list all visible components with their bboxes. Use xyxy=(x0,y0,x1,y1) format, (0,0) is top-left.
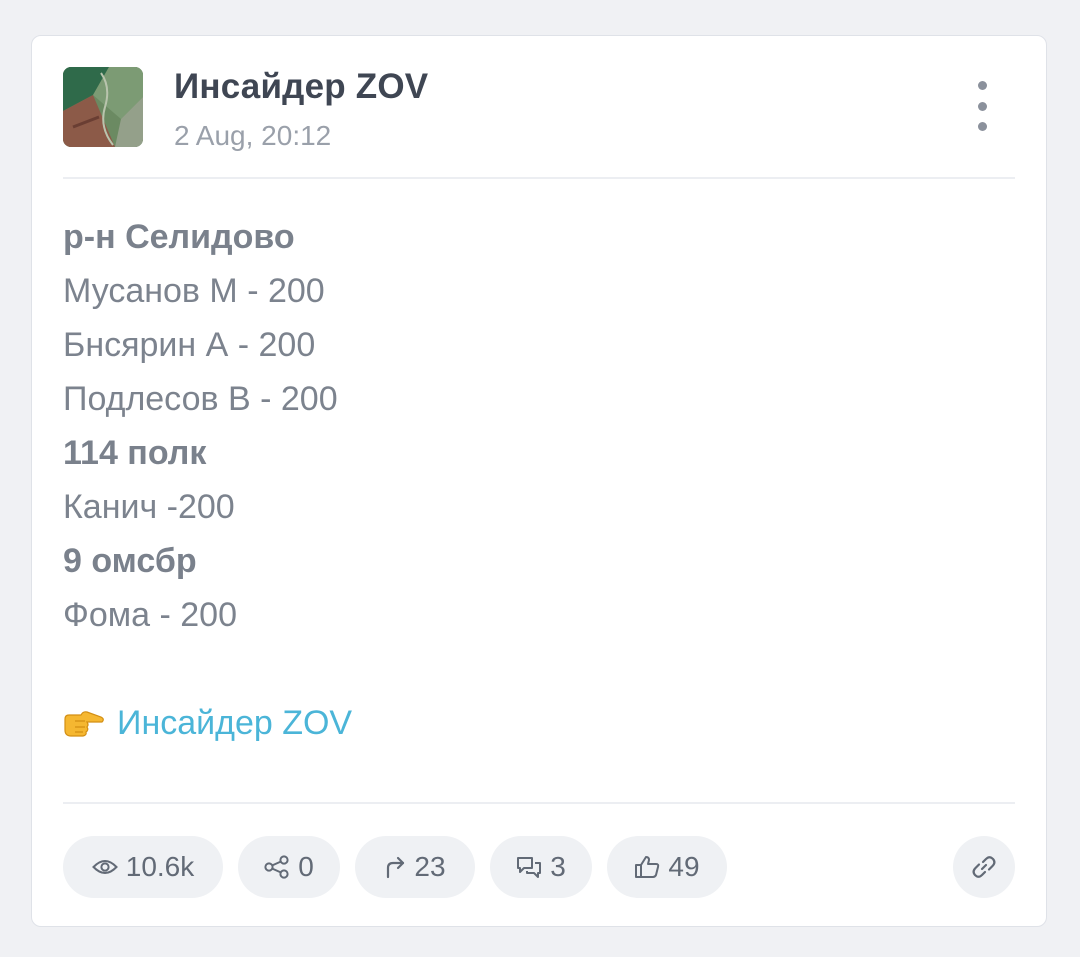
post-date: 2 Aug, 20:12 xyxy=(174,120,332,151)
forward-arrow-icon xyxy=(387,856,405,879)
post-line: Фома - 200 xyxy=(63,596,237,634)
post-line: р-н Селидово xyxy=(63,218,295,256)
header-divider xyxy=(63,177,1015,179)
channel-link[interactable]: Инсайдер ZOV xyxy=(117,696,352,750)
avatar-image xyxy=(63,67,143,147)
post-text: р-н Селидово Мусанов М - 200 Бнсярин А -… xyxy=(63,210,1015,750)
post-line: Канич -200 xyxy=(63,488,235,526)
views-count: 10.6k xyxy=(125,851,195,882)
reactions-count: 49 xyxy=(668,851,700,882)
comments-counter[interactable]: 3 xyxy=(490,836,592,898)
eye-icon xyxy=(91,860,118,874)
reactions-counter[interactable]: 49 xyxy=(607,836,727,898)
views-counter[interactable]: 10.6k xyxy=(63,836,223,898)
post-line: 114 полк xyxy=(63,434,207,472)
footer-divider xyxy=(63,802,1015,804)
post-line: Подлесов В - 200 xyxy=(63,380,338,418)
forwards-counter[interactable]: 23 xyxy=(355,836,475,898)
channel-avatar[interactable] xyxy=(63,67,143,147)
more-vertical-icon[interactable] xyxy=(967,81,997,131)
thumbs-up-icon xyxy=(635,856,660,878)
post-line: Бнсярин А - 200 xyxy=(63,326,316,364)
post-card: Инсайдер ZOV 2 Aug, 20:12 р-н Селидово М… xyxy=(31,35,1047,927)
post-header: Инсайдер ZOV 2 Aug, 20:12 xyxy=(63,67,1015,177)
copy-link-button[interactable] xyxy=(953,836,1015,898)
share-icon xyxy=(264,855,289,879)
menu-dot xyxy=(977,122,987,131)
shares-count: 0 xyxy=(298,851,314,882)
menu-dot xyxy=(977,101,987,111)
post-line: Мусанов М - 200 xyxy=(63,272,325,310)
post-line: 9 омсбр xyxy=(63,542,197,580)
comments-icon xyxy=(517,857,542,878)
link-icon xyxy=(972,856,996,878)
channel-name[interactable]: Инсайдер ZOV xyxy=(174,67,428,107)
menu-dot xyxy=(977,81,987,90)
post-footer: 10.6k 0 23 3 49 xyxy=(63,836,1015,898)
shares-counter[interactable]: 0 xyxy=(238,836,340,898)
pointing-right-icon xyxy=(64,711,104,737)
forwards-count: 23 xyxy=(414,851,446,882)
signature-line: Инсайдер ZOV xyxy=(63,696,1015,750)
comments-count: 3 xyxy=(550,851,566,882)
